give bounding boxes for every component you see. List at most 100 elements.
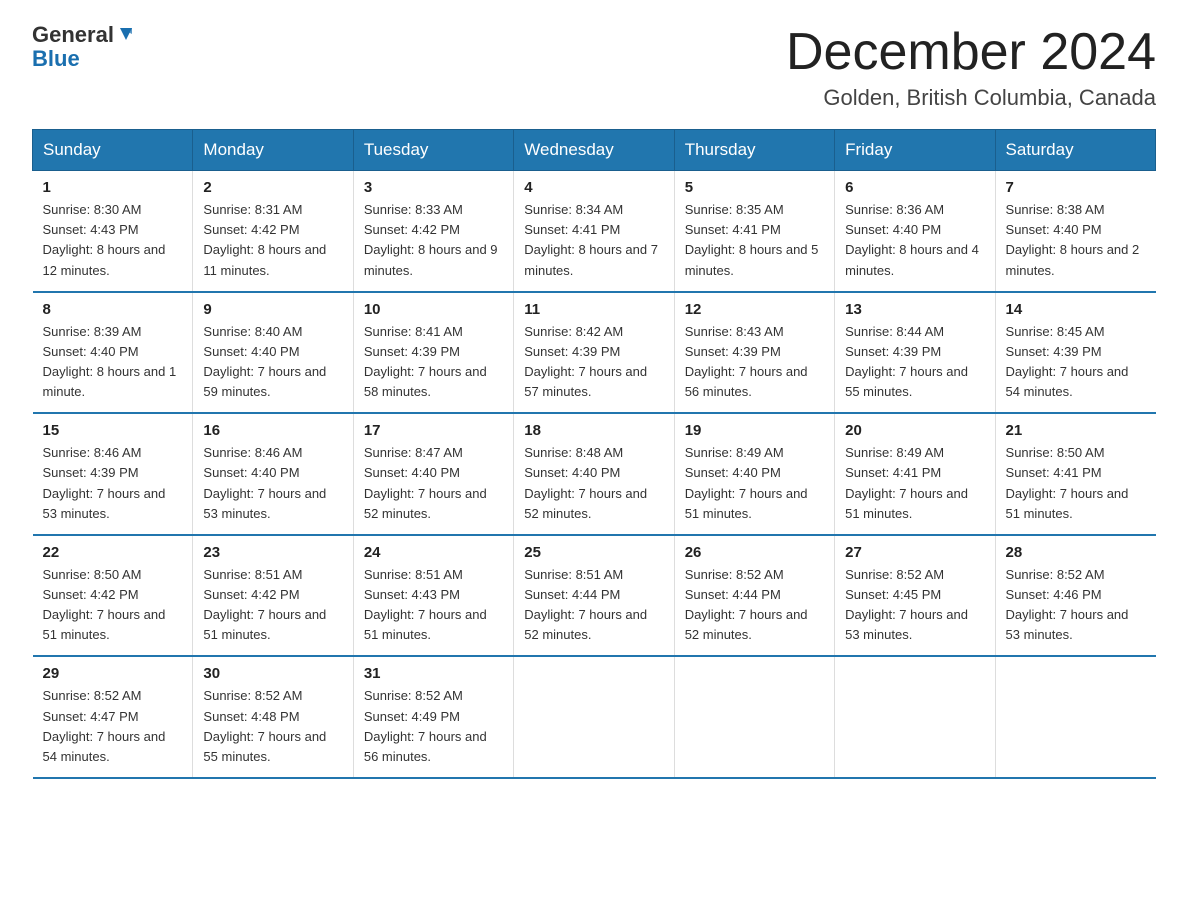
day-info: Sunrise: 8:49 AMSunset: 4:40 PMDaylight:… xyxy=(685,443,824,524)
month-title: December 2024 xyxy=(786,24,1156,81)
day-number: 20 xyxy=(845,422,984,439)
day-number: 5 xyxy=(685,179,824,196)
day-info: Sunrise: 8:52 AMSunset: 4:46 PMDaylight:… xyxy=(1006,565,1146,646)
day-number: 19 xyxy=(685,422,824,439)
table-row: 31 Sunrise: 8:52 AMSunset: 4:49 PMDaylig… xyxy=(353,656,513,778)
table-row: 17 Sunrise: 8:47 AMSunset: 4:40 PMDaylig… xyxy=(353,413,513,535)
location: Golden, British Columbia, Canada xyxy=(786,85,1156,111)
day-info: Sunrise: 8:52 AMSunset: 4:49 PMDaylight:… xyxy=(364,686,503,767)
day-number: 31 xyxy=(364,665,503,682)
day-number: 13 xyxy=(845,301,984,318)
table-row: 16 Sunrise: 8:46 AMSunset: 4:40 PMDaylig… xyxy=(193,413,353,535)
table-row: 5 Sunrise: 8:35 AMSunset: 4:41 PMDayligh… xyxy=(674,171,834,292)
calendar-week-3: 15 Sunrise: 8:46 AMSunset: 4:39 PMDaylig… xyxy=(33,413,1156,535)
table-row: 24 Sunrise: 8:51 AMSunset: 4:43 PMDaylig… xyxy=(353,535,513,657)
day-info: Sunrise: 8:50 AMSunset: 4:41 PMDaylight:… xyxy=(1006,443,1146,524)
day-info: Sunrise: 8:38 AMSunset: 4:40 PMDaylight:… xyxy=(1006,200,1146,281)
table-row xyxy=(674,656,834,778)
logo: General Blue xyxy=(32,24,136,70)
day-number: 23 xyxy=(203,544,342,561)
day-info: Sunrise: 8:36 AMSunset: 4:40 PMDaylight:… xyxy=(845,200,984,281)
day-number: 7 xyxy=(1006,179,1146,196)
table-row: 25 Sunrise: 8:51 AMSunset: 4:44 PMDaylig… xyxy=(514,535,674,657)
table-row: 22 Sunrise: 8:50 AMSunset: 4:42 PMDaylig… xyxy=(33,535,193,657)
day-info: Sunrise: 8:33 AMSunset: 4:42 PMDaylight:… xyxy=(364,200,503,281)
day-info: Sunrise: 8:49 AMSunset: 4:41 PMDaylight:… xyxy=(845,443,984,524)
day-info: Sunrise: 8:43 AMSunset: 4:39 PMDaylight:… xyxy=(685,322,824,403)
day-number: 12 xyxy=(685,301,824,318)
table-row: 11 Sunrise: 8:42 AMSunset: 4:39 PMDaylig… xyxy=(514,292,674,414)
table-row: 13 Sunrise: 8:44 AMSunset: 4:39 PMDaylig… xyxy=(835,292,995,414)
table-row: 18 Sunrise: 8:48 AMSunset: 4:40 PMDaylig… xyxy=(514,413,674,535)
table-row: 27 Sunrise: 8:52 AMSunset: 4:45 PMDaylig… xyxy=(835,535,995,657)
day-info: Sunrise: 8:51 AMSunset: 4:43 PMDaylight:… xyxy=(364,565,503,646)
header-thursday: Thursday xyxy=(674,130,834,171)
day-info: Sunrise: 8:52 AMSunset: 4:47 PMDaylight:… xyxy=(43,686,183,767)
day-number: 30 xyxy=(203,665,342,682)
day-info: Sunrise: 8:42 AMSunset: 4:39 PMDaylight:… xyxy=(524,322,663,403)
header-wednesday: Wednesday xyxy=(514,130,674,171)
calendar-table: Sunday Monday Tuesday Wednesday Thursday… xyxy=(32,129,1156,779)
header-sunday: Sunday xyxy=(33,130,193,171)
day-number: 14 xyxy=(1006,301,1146,318)
day-info: Sunrise: 8:52 AMSunset: 4:45 PMDaylight:… xyxy=(845,565,984,646)
day-number: 26 xyxy=(685,544,824,561)
day-number: 4 xyxy=(524,179,663,196)
day-info: Sunrise: 8:41 AMSunset: 4:39 PMDaylight:… xyxy=(364,322,503,403)
table-row: 15 Sunrise: 8:46 AMSunset: 4:39 PMDaylig… xyxy=(33,413,193,535)
day-info: Sunrise: 8:50 AMSunset: 4:42 PMDaylight:… xyxy=(43,565,183,646)
table-row: 4 Sunrise: 8:34 AMSunset: 4:41 PMDayligh… xyxy=(514,171,674,292)
day-number: 22 xyxy=(43,544,183,561)
day-info: Sunrise: 8:35 AMSunset: 4:41 PMDaylight:… xyxy=(685,200,824,281)
day-number: 10 xyxy=(364,301,503,318)
day-number: 6 xyxy=(845,179,984,196)
day-number: 15 xyxy=(43,422,183,439)
table-row: 30 Sunrise: 8:52 AMSunset: 4:48 PMDaylig… xyxy=(193,656,353,778)
table-row: 20 Sunrise: 8:49 AMSunset: 4:41 PMDaylig… xyxy=(835,413,995,535)
day-info: Sunrise: 8:52 AMSunset: 4:48 PMDaylight:… xyxy=(203,686,342,767)
day-info: Sunrise: 8:46 AMSunset: 4:40 PMDaylight:… xyxy=(203,443,342,524)
table-row: 19 Sunrise: 8:49 AMSunset: 4:40 PMDaylig… xyxy=(674,413,834,535)
table-row: 7 Sunrise: 8:38 AMSunset: 4:40 PMDayligh… xyxy=(995,171,1155,292)
table-row: 14 Sunrise: 8:45 AMSunset: 4:39 PMDaylig… xyxy=(995,292,1155,414)
day-number: 24 xyxy=(364,544,503,561)
table-row: 26 Sunrise: 8:52 AMSunset: 4:44 PMDaylig… xyxy=(674,535,834,657)
day-info: Sunrise: 8:48 AMSunset: 4:40 PMDaylight:… xyxy=(524,443,663,524)
day-info: Sunrise: 8:30 AMSunset: 4:43 PMDaylight:… xyxy=(43,200,183,281)
day-number: 27 xyxy=(845,544,984,561)
day-number: 11 xyxy=(524,301,663,318)
table-row xyxy=(835,656,995,778)
table-row: 6 Sunrise: 8:36 AMSunset: 4:40 PMDayligh… xyxy=(835,171,995,292)
logo-blue: Blue xyxy=(32,48,80,70)
header-monday: Monday xyxy=(193,130,353,171)
day-number: 8 xyxy=(43,301,183,318)
day-info: Sunrise: 8:51 AMSunset: 4:44 PMDaylight:… xyxy=(524,565,663,646)
day-number: 17 xyxy=(364,422,503,439)
logo-arrow-icon xyxy=(116,24,136,44)
calendar-header-row: Sunday Monday Tuesday Wednesday Thursday… xyxy=(33,130,1156,171)
day-info: Sunrise: 8:40 AMSunset: 4:40 PMDaylight:… xyxy=(203,322,342,403)
day-info: Sunrise: 8:31 AMSunset: 4:42 PMDaylight:… xyxy=(203,200,342,281)
logo-general: General xyxy=(32,24,114,46)
calendar-week-2: 8 Sunrise: 8:39 AMSunset: 4:40 PMDayligh… xyxy=(33,292,1156,414)
day-info: Sunrise: 8:45 AMSunset: 4:39 PMDaylight:… xyxy=(1006,322,1146,403)
table-row: 1 Sunrise: 8:30 AMSunset: 4:43 PMDayligh… xyxy=(33,171,193,292)
header-saturday: Saturday xyxy=(995,130,1155,171)
day-number: 9 xyxy=(203,301,342,318)
day-number: 3 xyxy=(364,179,503,196)
day-number: 25 xyxy=(524,544,663,561)
day-number: 18 xyxy=(524,422,663,439)
table-row: 2 Sunrise: 8:31 AMSunset: 4:42 PMDayligh… xyxy=(193,171,353,292)
day-info: Sunrise: 8:52 AMSunset: 4:44 PMDaylight:… xyxy=(685,565,824,646)
day-number: 2 xyxy=(203,179,342,196)
table-row xyxy=(514,656,674,778)
day-info: Sunrise: 8:51 AMSunset: 4:42 PMDaylight:… xyxy=(203,565,342,646)
day-info: Sunrise: 8:46 AMSunset: 4:39 PMDaylight:… xyxy=(43,443,183,524)
header-friday: Friday xyxy=(835,130,995,171)
calendar-week-4: 22 Sunrise: 8:50 AMSunset: 4:42 PMDaylig… xyxy=(33,535,1156,657)
table-row: 28 Sunrise: 8:52 AMSunset: 4:46 PMDaylig… xyxy=(995,535,1155,657)
calendar-week-1: 1 Sunrise: 8:30 AMSunset: 4:43 PMDayligh… xyxy=(33,171,1156,292)
table-row xyxy=(995,656,1155,778)
day-info: Sunrise: 8:47 AMSunset: 4:40 PMDaylight:… xyxy=(364,443,503,524)
title-section: December 2024 Golden, British Columbia, … xyxy=(786,24,1156,111)
